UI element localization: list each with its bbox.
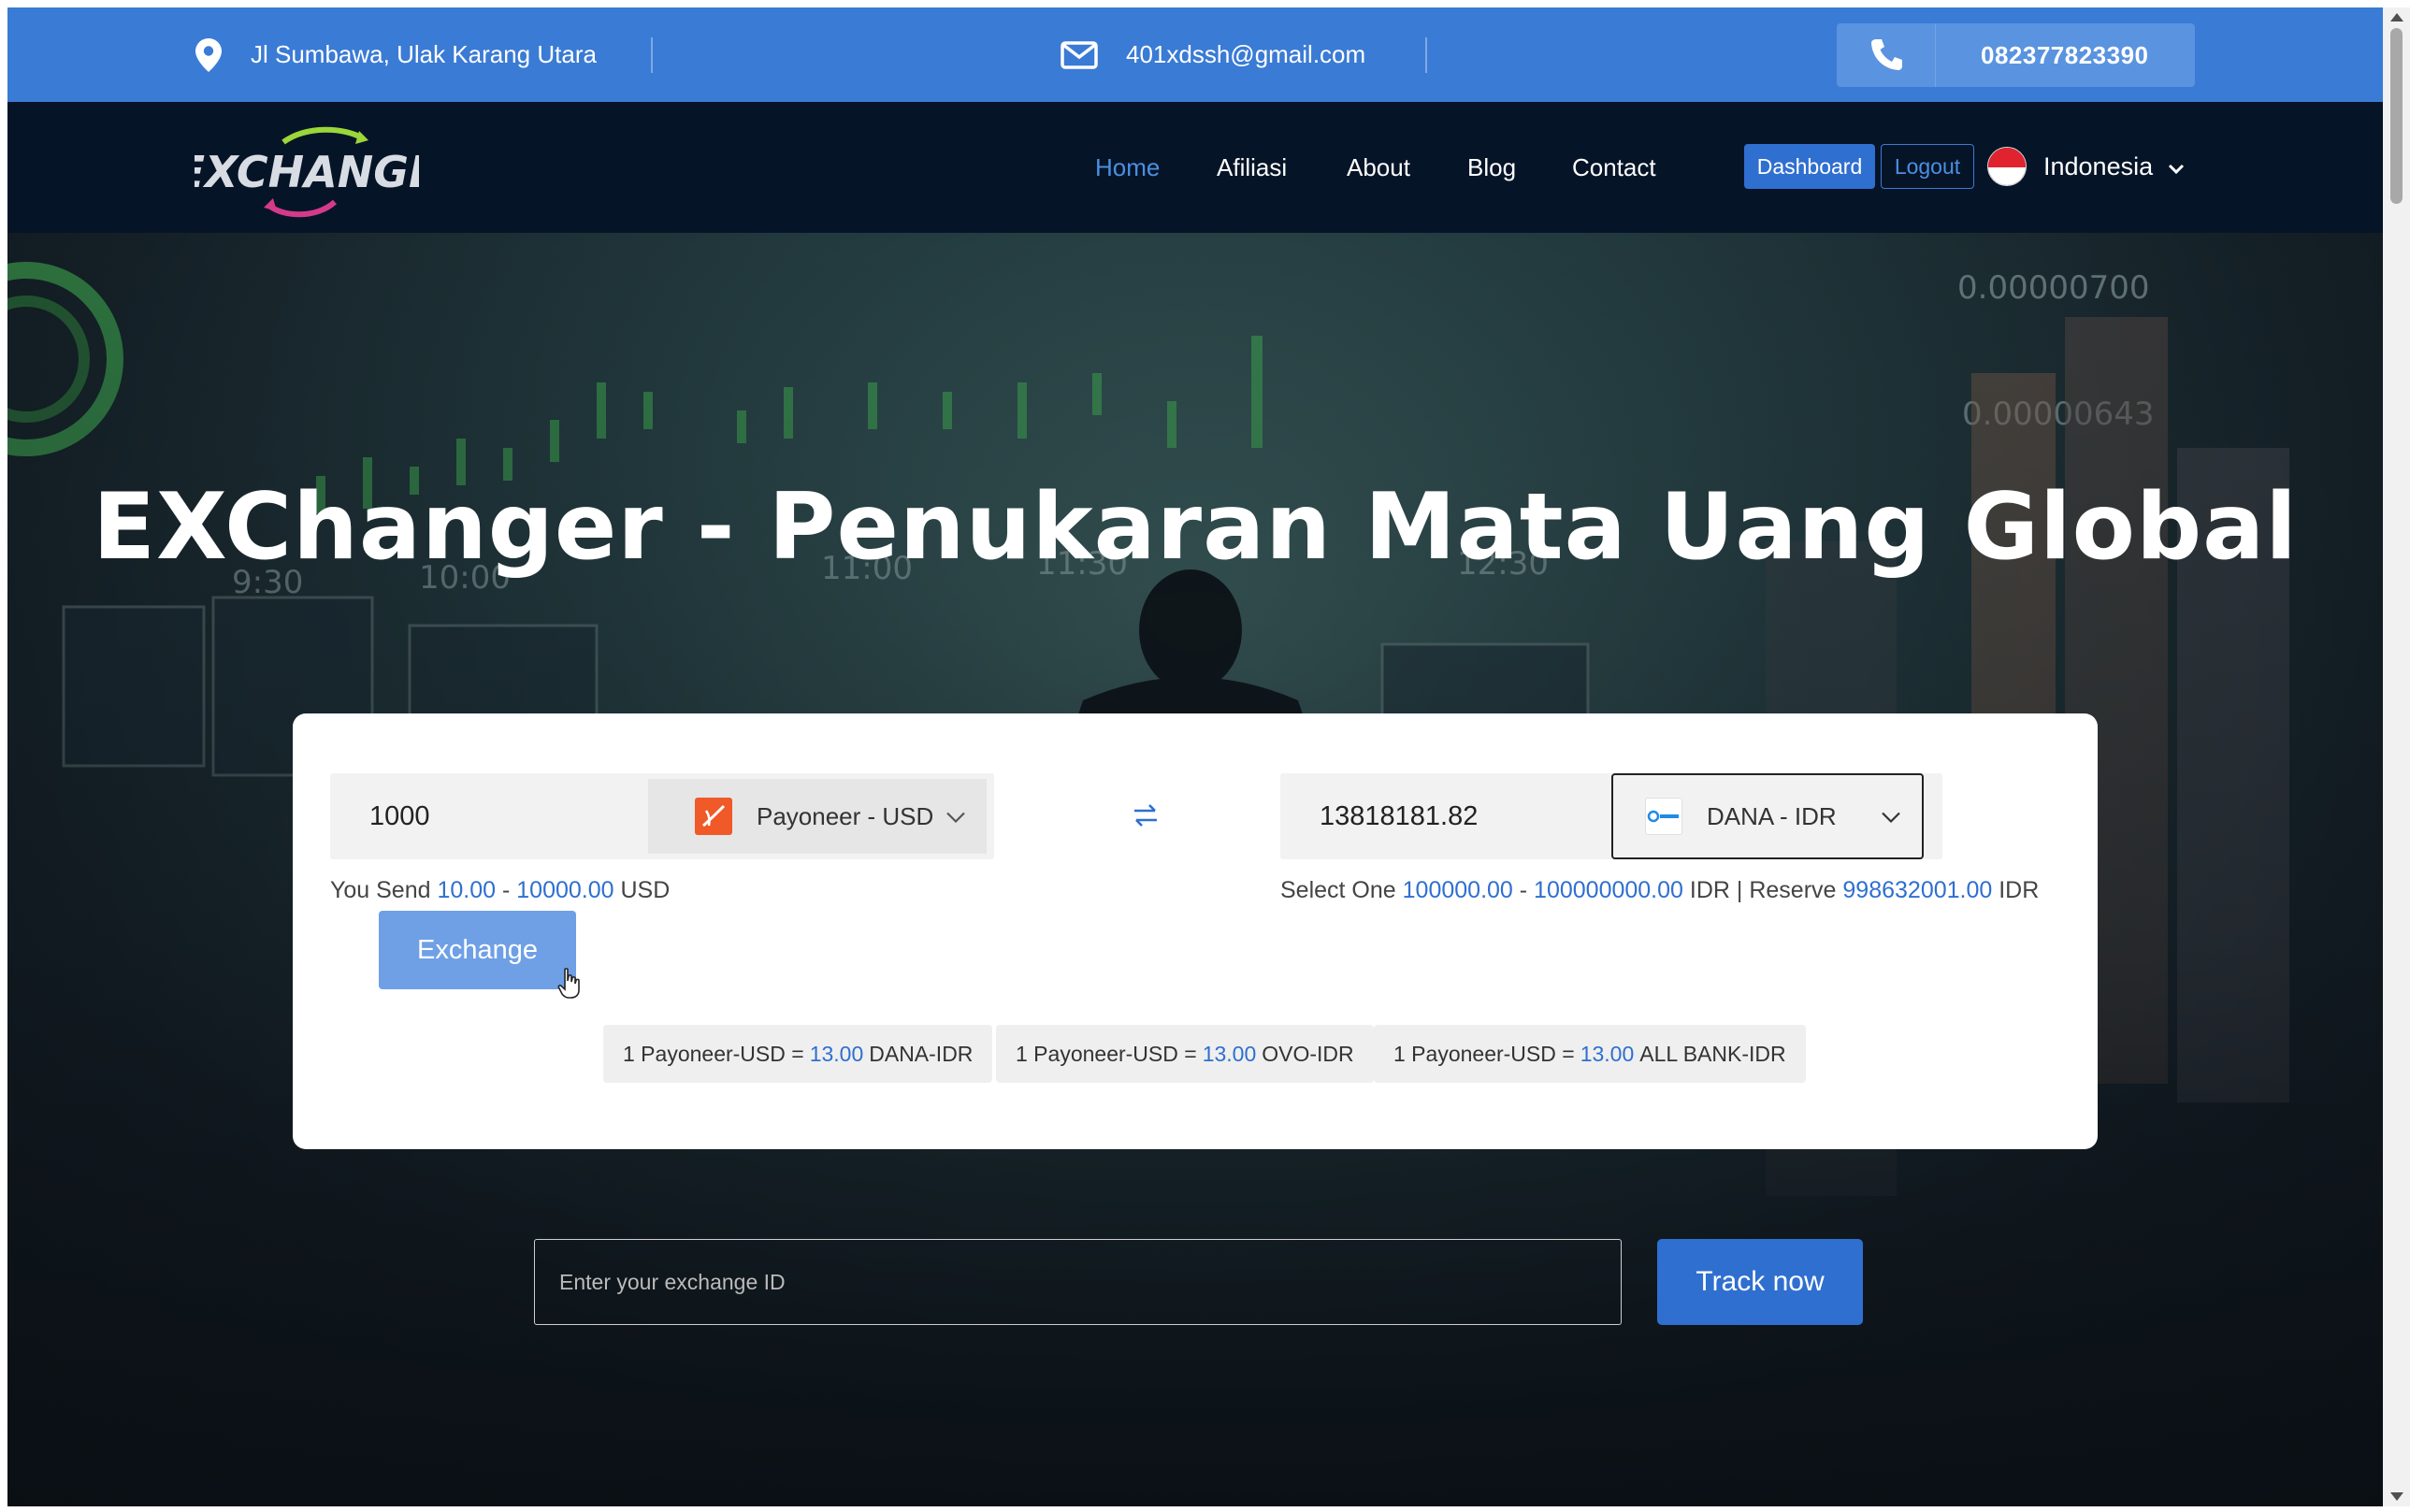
rate-chip: 1 Payoneer-USD = 13.00 DANA-IDR <box>603 1025 993 1083</box>
send-currency-select[interactable]: Payoneer - USD <box>648 779 987 854</box>
hand-cursor-icon <box>557 968 582 1004</box>
address-text: Jl Sumbawa, Ulak Karang Utara <box>251 40 597 68</box>
indonesia-flag-icon <box>1987 147 2027 186</box>
phone-number[interactable]: 082377823390 <box>1935 23 2149 87</box>
send-amount-input[interactable]: 1000 <box>330 773 648 859</box>
send-limit-hint: You Send 10.00 - 10000.00 USD <box>330 877 671 903</box>
location-pin-icon <box>195 37 223 73</box>
dashboard-button[interactable]: Dashboard <box>1744 144 1875 189</box>
nav-home[interactable]: Home <box>1095 102 1160 233</box>
receive-min: 100000.00 <box>1402 877 1513 903</box>
nav-afiliasi[interactable]: Afiliasi <box>1217 102 1287 233</box>
logo-wordmark: EXCHANGE <box>195 147 419 197</box>
address-item: Jl Sumbawa, Ulak Karang Utara <box>195 7 597 102</box>
scroll-up-arrow-icon[interactable] <box>2390 13 2403 22</box>
divider <box>1425 37 1427 73</box>
vertical-scrollbar[interactable] <box>2383 7 2410 1506</box>
receive-currency-select[interactable]: DANA - IDR <box>1611 773 1924 859</box>
browser-viewport: Jl Sumbawa, Ulak Karang Utara 401xdssh@g… <box>7 7 2383 1506</box>
language-label: Indonesia <box>2043 151 2154 180</box>
hero-title: EXChanger - Penukaran Mata Uang Global <box>93 474 2298 581</box>
scroll-down-arrow-icon[interactable] <box>2390 1492 2403 1501</box>
top-contact-bar: Jl Sumbawa, Ulak Karang Utara 401xdssh@g… <box>7 7 2383 102</box>
rate-value: 13.00 <box>1580 1041 1635 1066</box>
phone-icon <box>1837 36 1935 74</box>
send-group: 1000 Payoneer - USD <box>330 773 994 859</box>
chevron-down-icon <box>1881 802 1901 831</box>
receive-max: 100000000.00 <box>1534 877 1683 903</box>
exchange-logo[interactable]: EXCHANGE <box>176 125 438 219</box>
rate-left: 1 Payoneer-USD = <box>1016 1041 1197 1066</box>
logout-button[interactable]: Logout <box>1881 144 1974 189</box>
phone-box[interactable]: 082377823390 <box>1837 23 2195 87</box>
exchange-card: 1000 Payoneer - USD 13818181.82 DANA - I… <box>293 713 2098 1149</box>
rate-chip: 1 Payoneer-USD = 13.00 ALL BANK-IDR <box>1374 1025 1806 1083</box>
receive-limit-hint: Select One 100000.00 - 100000000.00 IDR … <box>1280 877 2040 903</box>
main-navbar: EXCHANGE Home Afiliasi About Blog Contac… <box>7 102 2383 233</box>
reserve-value: 998632001.00 <box>1842 877 1993 903</box>
payoneer-icon <box>695 798 732 835</box>
receive-currency-label: DANA - IDR <box>1707 801 1837 830</box>
nav-about[interactable]: About <box>1347 102 1410 233</box>
email-text[interactable]: 401xdssh@gmail.com <box>1126 40 1365 69</box>
scrollbar-thumb[interactable] <box>2390 28 2403 204</box>
rate-value: 13.00 <box>1202 1041 1257 1066</box>
envelope-icon <box>1061 40 1098 69</box>
reserve-unit: IDR <box>1999 877 2040 903</box>
exchange-id-input[interactable] <box>534 1239 1622 1325</box>
exchange-button[interactable]: Exchange <box>379 911 576 989</box>
rate-left: 1 Payoneer-USD = <box>1393 1041 1575 1066</box>
divider <box>651 37 653 73</box>
send-unit: USD <box>620 877 671 903</box>
reserve-label: Reserve <box>1749 877 1837 903</box>
email-item[interactable]: 401xdssh@gmail.com <box>1061 7 1365 102</box>
track-now-button[interactable]: Track now <box>1657 1239 1863 1325</box>
send-currency-label: Payoneer - USD <box>757 801 934 830</box>
rate-right: ALL BANK-IDR <box>1639 1041 1786 1066</box>
chevron-down-icon <box>2168 152 2185 181</box>
rate-left: 1 Payoneer-USD = <box>623 1041 804 1066</box>
receive-amount-input[interactable]: 13818181.82 <box>1280 773 1612 859</box>
nav-blog[interactable]: Blog <box>1467 102 1516 233</box>
chevron-down-icon <box>945 802 966 831</box>
rate-right: OVO-IDR <box>1262 1041 1354 1066</box>
send-max: 10000.00 <box>516 877 614 903</box>
hint-prefix: You Send <box>330 877 431 903</box>
hint-prefix: Select One <box>1280 877 1396 903</box>
receive-unit: IDR <box>1689 877 1730 903</box>
receive-group: 13818181.82 DANA - IDR <box>1280 773 1942 859</box>
dana-icon <box>1645 798 1682 835</box>
nav-contact[interactable]: Contact <box>1572 102 1656 233</box>
rate-value: 13.00 <box>809 1041 864 1066</box>
hero-section: 9:3010:0011:00 11:3012:30 0.000007000.00… <box>7 233 2383 1506</box>
swap-arrows-icon[interactable] <box>1132 801 1160 834</box>
rate-chip: 1 Payoneer-USD = 13.00 OVO-IDR <box>996 1025 1374 1083</box>
rate-right: DANA-IDR <box>869 1041 974 1066</box>
language-selector[interactable]: Indonesia <box>1987 144 2185 189</box>
send-min: 10.00 <box>437 877 497 903</box>
